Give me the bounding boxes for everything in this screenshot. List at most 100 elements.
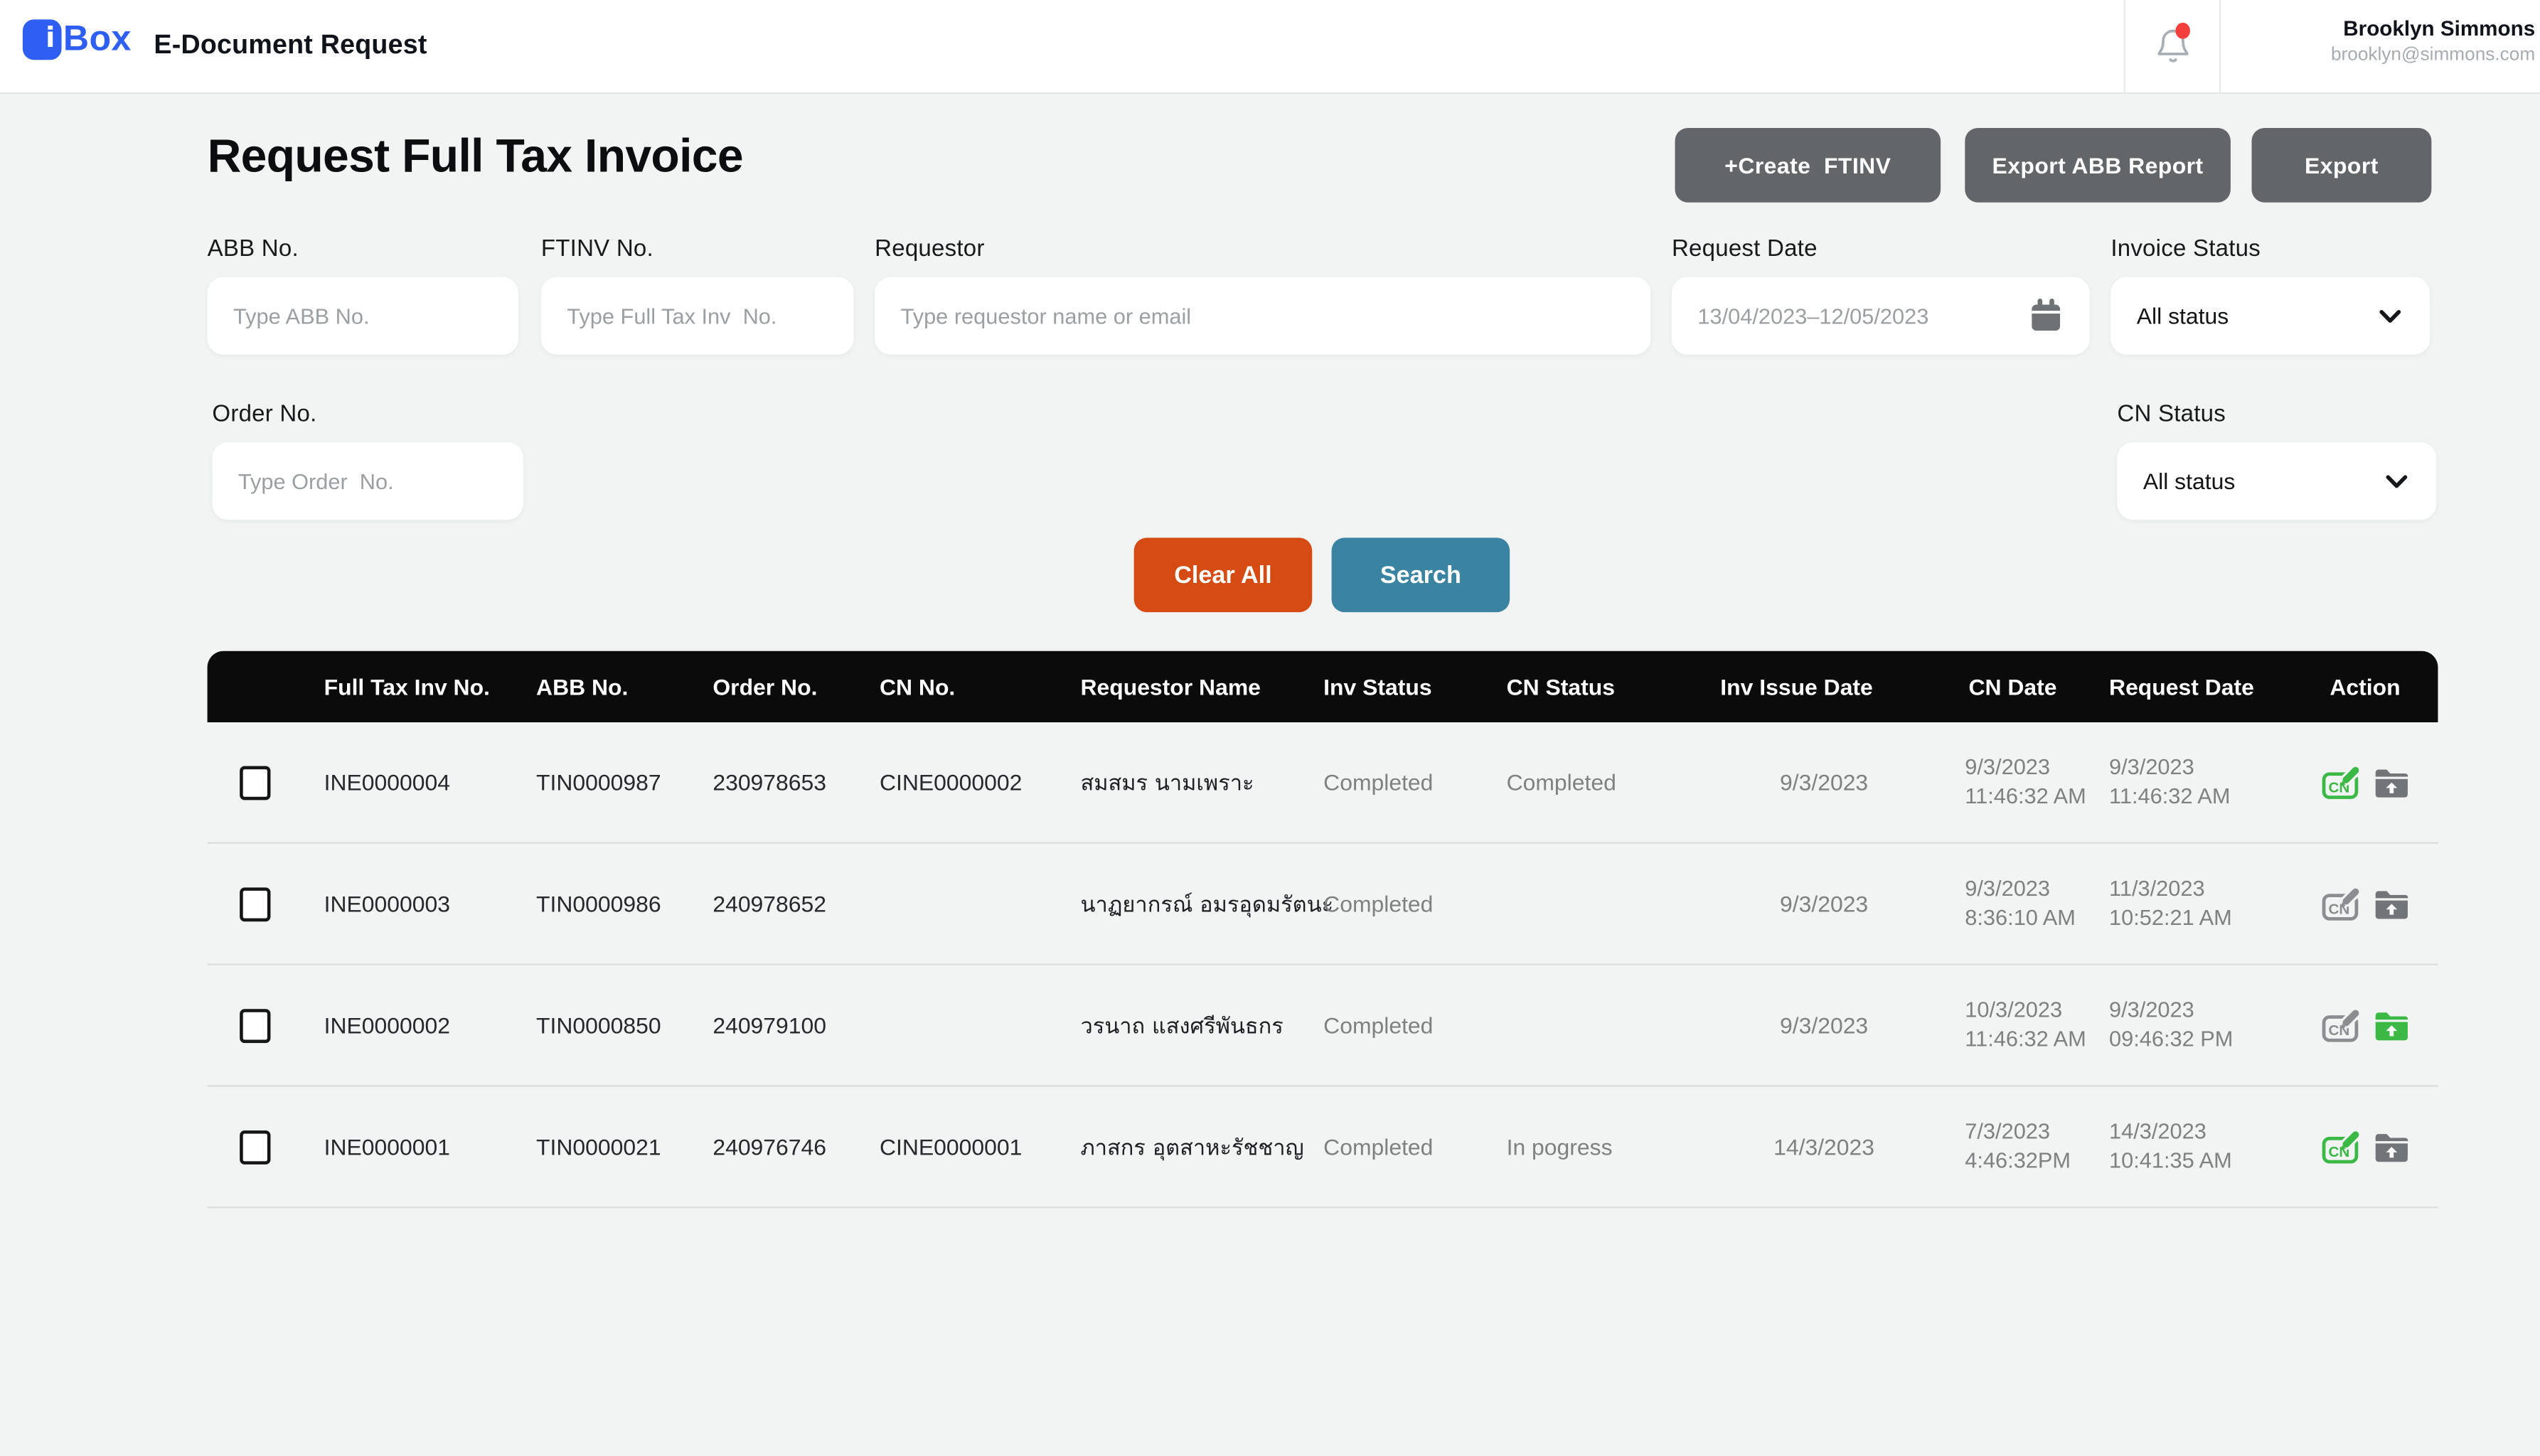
cell-cn-no: CINE0000002	[880, 769, 1080, 795]
cell-cn-date: 7/3/2023 4:46:32PM	[1928, 1117, 2098, 1176]
order-no-input[interactable]	[212, 442, 523, 520]
search-button[interactable]: Search	[1332, 537, 1510, 612]
request-date-value: 13/04/2023–12/05/2023	[1697, 304, 1928, 328]
folder-upload-icon[interactable]	[2372, 765, 2409, 799]
cell-cn-status: Completed	[1507, 769, 1721, 795]
cell-abb-no: TIN0000986	[536, 891, 713, 916]
invoice-status-value: All status	[2137, 303, 2229, 328]
brand-name: Box	[63, 18, 132, 60]
row-checkbox[interactable]	[240, 887, 270, 921]
request-date-input[interactable]: 13/04/2023–12/05/2023	[1672, 277, 2090, 355]
column-header: CN No.	[880, 674, 1080, 700]
requestor-label: Requestor	[875, 237, 1650, 262]
cell-full-tax-inv-no: INE0000004	[324, 769, 536, 795]
table-row: INE0000004 TIN0000987 230978653 CINE0000…	[208, 722, 2438, 844]
cell-order-no: 230978653	[713, 769, 880, 795]
cn-edit-icon[interactable]: CN	[2320, 764, 2361, 801]
cell-inv-status: Completed	[1323, 1134, 1506, 1160]
cell-order-no: 240978652	[713, 891, 880, 916]
column-header: Requestor Name	[1080, 674, 1323, 700]
logo-letter: i	[46, 25, 61, 53]
cell-abb-no: TIN0000021	[536, 1134, 713, 1160]
cell-order-no: 240976746	[713, 1134, 880, 1160]
cell-requestor-name: สมสมร นามเพราะ	[1080, 764, 1323, 800]
cell-abb-no: TIN0000987	[536, 769, 713, 795]
e-document-request-page: i Box E-Document Request Brooklyn Simmon…	[0, 0, 2540, 1456]
abb-no-label: ABB No.	[208, 237, 518, 262]
table-row: INE0000003 TIN0000986 240978652 นาฏยากรณ…	[208, 844, 2438, 965]
ftinv-no-label: FTINV No.	[541, 237, 854, 262]
cell-inv-status: Completed	[1323, 891, 1506, 916]
cell-action: CN	[2292, 1007, 2438, 1044]
cell-request-date: 14/3/2023 10:41:35 AM	[2098, 1117, 2292, 1176]
cell-abb-no: TIN0000850	[536, 1012, 713, 1038]
user-name: Brooklyn Simmons	[2179, 15, 2535, 43]
user-email: brooklyn@simmons.com	[2179, 43, 2535, 68]
create-ftinv-button[interactable]: +Create FTINV	[1675, 128, 1941, 203]
cell-order-no: 240979100	[713, 1012, 880, 1038]
ftinv-no-input[interactable]	[541, 277, 854, 355]
cell-action: CN	[2292, 764, 2438, 801]
order-no-label: Order No.	[212, 402, 523, 427]
cell-cn-status: In pogress	[1507, 1134, 1721, 1160]
cell-cn-date: 10/3/2023 11:46:32 AM	[1928, 996, 2098, 1055]
cn-status-value: All status	[2143, 468, 2235, 493]
cell-requestor-name: ภาสกร อุตสาหะรัชชาญ	[1080, 1129, 1323, 1165]
cell-full-tax-inv-no: INE0000002	[324, 1012, 536, 1038]
cell-action: CN	[2292, 885, 2438, 922]
cn-edit-icon[interactable]: CN	[2320, 885, 2361, 922]
column-header: CN Status	[1507, 674, 1721, 700]
app-title: E-Document Request	[154, 0, 427, 92]
abb-no-input[interactable]	[208, 277, 518, 355]
cell-cn-date: 9/3/2023 8:36:10 AM	[1928, 874, 2098, 933]
invoice-status-select[interactable]: All status	[2111, 277, 2430, 355]
cn-edit-icon[interactable]: CN	[2320, 1128, 2361, 1165]
cell-cn-no: CINE0000001	[880, 1134, 1080, 1160]
column-header: Inv Status	[1323, 674, 1506, 700]
export-abb-report-button[interactable]: Export ABB Report	[1965, 128, 2231, 203]
cell-inv-issue-date: 14/3/2023	[1720, 1134, 1928, 1160]
request-date-label: Request Date	[1672, 237, 2090, 262]
row-checkbox[interactable]	[240, 765, 270, 799]
cell-request-date: 9/3/2023 09:46:32 PM	[2098, 996, 2292, 1055]
folder-upload-icon[interactable]	[2372, 1130, 2409, 1164]
ibox-logo-icon: i	[23, 18, 62, 59]
column-header: Request Date	[2098, 674, 2292, 700]
cell-cn-date: 9/3/2023 11:46:32 AM	[1928, 753, 2098, 812]
cell-inv-status: Completed	[1323, 1012, 1506, 1038]
cn-status-select[interactable]: All status	[2117, 442, 2436, 520]
brand-logo[interactable]: i Box	[23, 18, 132, 60]
clear-all-button[interactable]: Clear All	[1134, 537, 1313, 612]
requestor-input[interactable]	[875, 277, 1650, 355]
user-menu[interactable]: Brooklyn Simmons brooklyn@simmons.com	[2179, 15, 2535, 68]
column-header: Action	[2292, 674, 2438, 700]
folder-upload-icon[interactable]	[2372, 887, 2409, 921]
results-table: Full Tax Inv No.ABB No.Order No.CN No.Re…	[208, 651, 2438, 1209]
cell-action: CN	[2292, 1128, 2438, 1165]
page-title: Request Full Tax Invoice	[208, 132, 743, 185]
column-header: CN Date	[1928, 674, 2098, 700]
top-bar: i Box E-Document Request Brooklyn Simmon…	[0, 0, 2540, 94]
folder-upload-icon[interactable]	[2372, 1008, 2409, 1042]
row-checkbox[interactable]	[240, 1130, 270, 1164]
cn-edit-icon[interactable]: CN	[2320, 1007, 2361, 1044]
export-button[interactable]: Export	[2252, 128, 2432, 203]
cell-full-tax-inv-no: INE0000003	[324, 891, 536, 916]
calendar-icon	[2028, 298, 2064, 333]
cell-inv-issue-date: 9/3/2023	[1720, 891, 1928, 916]
cell-inv-issue-date: 9/3/2023	[1720, 769, 1928, 795]
cn-status-label: CN Status	[2117, 402, 2436, 427]
cell-inv-issue-date: 9/3/2023	[1720, 1012, 1928, 1038]
cell-request-date: 11/3/2023 10:52:21 AM	[2098, 874, 2292, 933]
column-header: Inv Issue Date	[1720, 674, 1928, 700]
column-header: ABB No.	[536, 674, 713, 700]
table-header-row: Full Tax Inv No.ABB No.Order No.CN No.Re…	[208, 651, 2438, 722]
cell-full-tax-inv-no: INE0000001	[324, 1134, 536, 1160]
cell-inv-status: Completed	[1323, 769, 1506, 795]
cell-requestor-name: นาฏยากรณ์ อมรอุดมรัตนะ	[1080, 886, 1323, 921]
invoice-status-label: Invoice Status	[2111, 237, 2430, 262]
row-checkbox[interactable]	[240, 1008, 270, 1042]
column-header: Full Tax Inv No.	[324, 674, 536, 700]
cell-requestor-name: วรนาถ แสงศรีพันธกร	[1080, 1007, 1323, 1043]
column-header: Order No.	[713, 674, 880, 700]
